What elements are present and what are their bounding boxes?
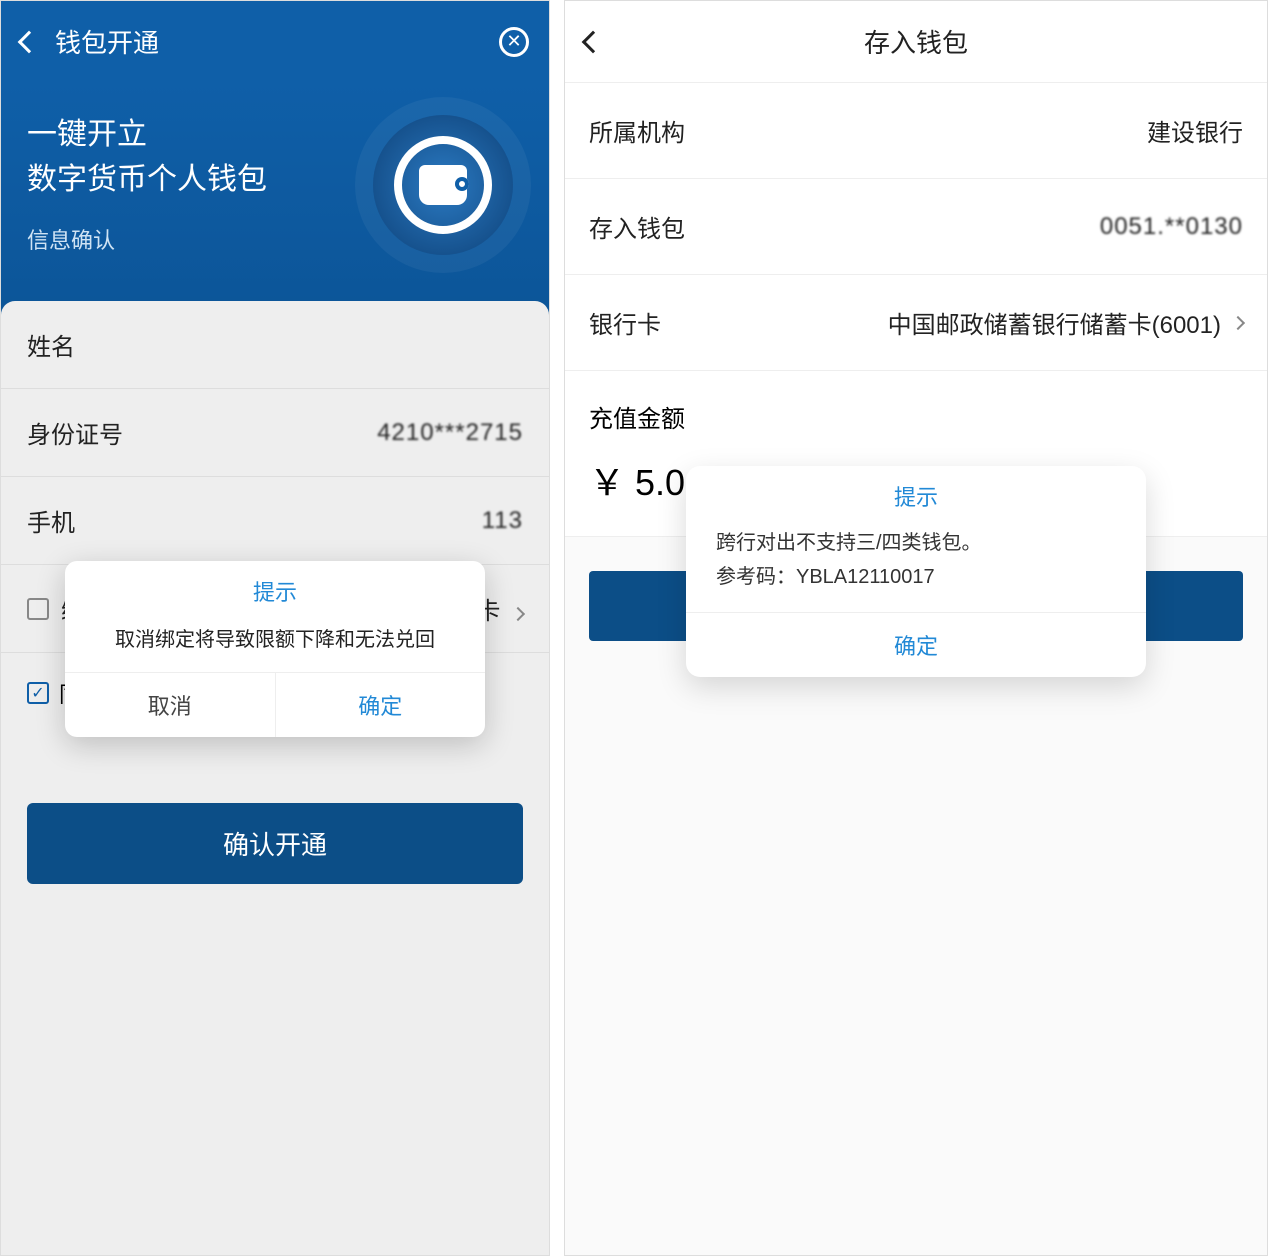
org-label: 所属机构 [589,113,685,148]
amount-label: 充值金额 [565,371,1267,444]
wallet-value: 0051.**0130 [1100,213,1243,241]
confirm-open-button[interactable]: 确认开通 [27,803,523,884]
dialog-line1: 跨行对出不支持三/四类钱包。 [716,526,1116,560]
screen-divider [550,0,564,1256]
dialog-ok-button[interactable]: 确定 [686,612,1146,677]
dialog-message: 取消绑定将导致限额下降和无法兑回 [65,615,485,672]
dialog-ok-button[interactable]: 确定 [276,673,486,737]
wallet-icon [373,115,513,255]
card-value: 中国邮政储蓄银行储蓄卡(6001) [888,305,1243,340]
hero-subtitle: 信息确认 [27,224,267,257]
left-dialog: 提示 取消绑定将导致限额下降和无法兑回 取消 确定 [65,561,485,737]
agree-checkbox[interactable]: ✓ [27,682,49,704]
left-header: 钱包开通 ✕ [1,1,549,82]
hero-banner: 一键开立 数字货币个人钱包 信息确认 [1,82,549,317]
hero-line2: 数字货币个人钱包 [27,157,267,202]
hero-line1: 一键开立 [27,112,267,157]
dialog-cancel-button[interactable]: 取消 [65,673,276,737]
row-id[interactable]: 身份证号 4210***2715 [1,389,549,477]
id-value: 4210***2715 [377,419,523,447]
screen-deposit: 存入钱包 所属机构 建设银行 存入钱包 0051.**0130 银行卡 中国邮政… [564,0,1268,1256]
dialog-title: 提示 [686,466,1146,522]
bank-checkbox[interactable] [27,598,49,620]
phone-label: 手机 [27,503,75,538]
row-wallet[interactable]: 存入钱包 0051.**0130 [565,179,1267,275]
back-icon[interactable] [18,30,41,53]
back-icon[interactable] [582,30,605,53]
right-dialog: 提示 跨行对出不支持三/四类钱包。 参考码：YBLA12110017 确定 [686,466,1146,677]
name-label: 姓名 [27,327,75,362]
id-label: 身份证号 [27,415,123,450]
header-title: 存入钱包 [864,23,968,60]
dialog-line2: 参考码：YBLA12110017 [716,560,1116,594]
chevron-right-icon [511,607,525,621]
header-title: 钱包开通 [55,23,159,60]
right-header: 存入钱包 [565,1,1267,83]
phone-value: 113 [482,507,523,535]
chevron-right-icon [1231,315,1245,329]
screen-wallet-open: 钱包开通 ✕ 一键开立 数字货币个人钱包 信息确认 姓名 身份证号 4210**… [0,0,550,1256]
row-phone[interactable]: 手机 113 [1,477,549,565]
org-value: 建设银行 [1147,113,1243,148]
row-name[interactable]: 姓名 [1,301,549,389]
card-label: 银行卡 [589,305,661,340]
dialog-title: 提示 [65,561,485,615]
wallet-label: 存入钱包 [589,209,685,244]
row-org: 所属机构 建设银行 [565,83,1267,179]
row-card[interactable]: 银行卡 中国邮政储蓄银行储蓄卡(6001) [565,275,1267,371]
close-icon[interactable]: ✕ [499,27,529,57]
